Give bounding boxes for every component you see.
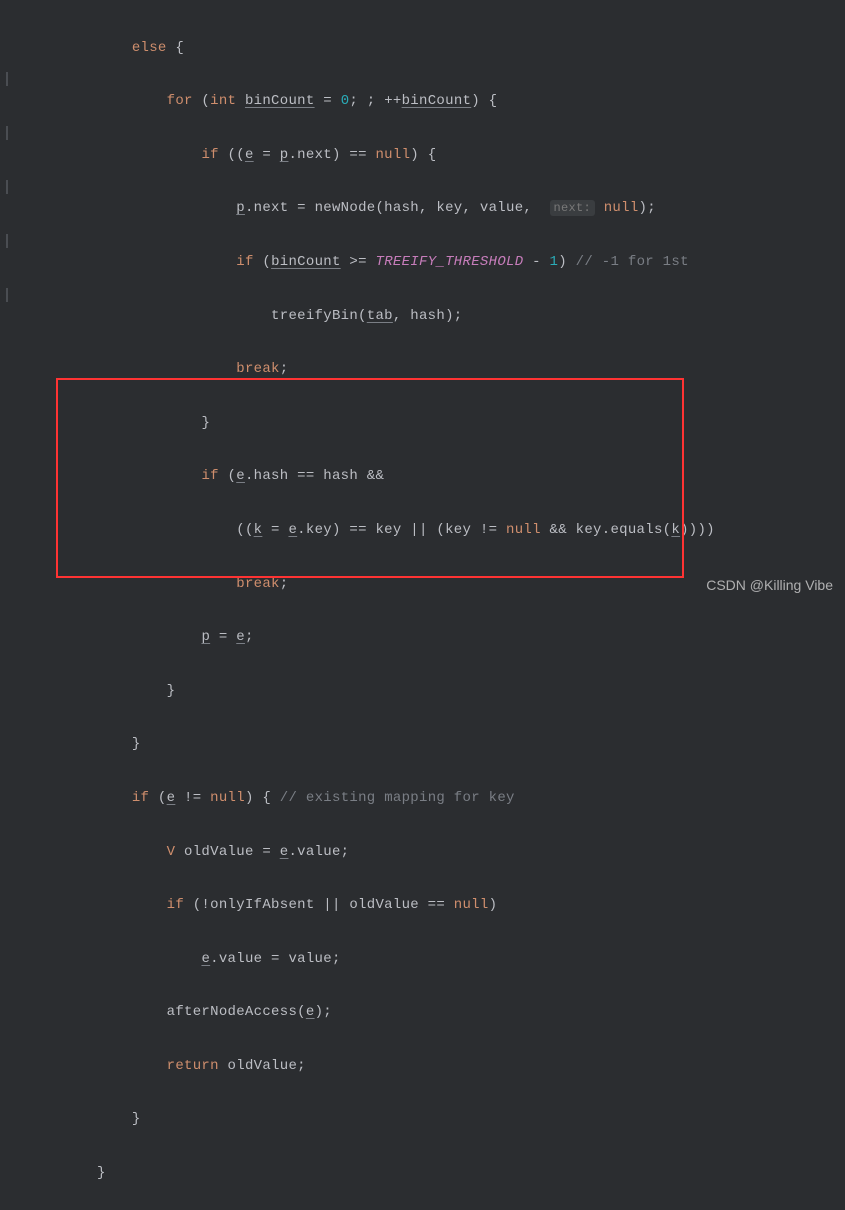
code-line: ((k = e.key) == key || (key != null && k… (10, 517, 845, 544)
null-literal: null (506, 522, 541, 538)
var-p: p (236, 200, 245, 216)
keyword-if: if (201, 468, 218, 484)
keyword-else: else (132, 40, 167, 56)
var-bincount: binCount (245, 93, 315, 109)
var-tab: tab (367, 308, 393, 324)
code-line: break; (10, 356, 845, 383)
code-line: } (10, 678, 845, 705)
fold-mark-icon (0, 234, 8, 248)
code-line: } (10, 731, 845, 758)
var-e: e (245, 147, 254, 163)
type-v: V (167, 844, 176, 860)
code-line: if (e.hash == hash && (10, 463, 845, 490)
keyword-for: for (167, 93, 193, 109)
code-line: afterNodeAccess(e); (10, 999, 845, 1026)
constant: TREEIFY_THRESHOLD (376, 254, 524, 270)
param-hint: next: (550, 200, 596, 216)
var-k: k (671, 522, 680, 538)
var-bincount: binCount (271, 254, 341, 270)
comment: // existing mapping for key (280, 790, 515, 806)
null-literal: null (210, 790, 245, 806)
code-line: if (!onlyIfAbsent || oldValue == null) (10, 892, 845, 919)
var-e: e (201, 951, 210, 967)
null-literal: null (375, 147, 410, 163)
comment: // -1 for 1st (576, 254, 689, 270)
var-e: e (167, 790, 176, 806)
keyword-if: if (236, 254, 253, 270)
keyword-if: if (167, 897, 184, 913)
code-line: p.next = newNode(hash, key, value, next:… (10, 195, 845, 222)
code-line: V oldValue = e.value; (10, 839, 845, 866)
keyword-if: if (201, 147, 218, 163)
number-literal: 1 (550, 254, 559, 270)
keyword-break: break (236, 361, 280, 377)
var-e: e (236, 629, 245, 645)
var-p: p (201, 629, 210, 645)
code-editor[interactable]: else { for (int binCount = 0; ; ++binCou… (0, 0, 845, 1210)
code-line: if (binCount >= TREEIFY_THRESHOLD - 1) /… (10, 249, 845, 276)
fold-mark-icon (0, 288, 8, 302)
fold-mark-icon (0, 180, 8, 194)
var-bincount: binCount (402, 93, 472, 109)
editor-gutter (0, 0, 8, 605)
keyword-break: break (236, 576, 280, 592)
var-e: e (306, 1004, 315, 1020)
code-line: p = e; (10, 624, 845, 651)
code-line: } (10, 1160, 845, 1187)
fold-mark-icon (0, 72, 8, 86)
code-line: e.value = value; (10, 946, 845, 973)
keyword-return: return (167, 1058, 219, 1074)
var-e: e (280, 844, 289, 860)
code-line: for (int binCount = 0; ; ++binCount) { (10, 88, 845, 115)
fold-mark-icon (0, 126, 8, 140)
watermark-text: CSDN @Killing Vibe (706, 572, 833, 599)
code-line: return oldValue; (10, 1053, 845, 1080)
var-e: e (288, 522, 297, 538)
var-e: e (236, 468, 245, 484)
keyword-if: if (132, 790, 149, 806)
code-line: } (10, 410, 845, 437)
code-line: treeifyBin(tab, hash); (10, 303, 845, 330)
code-line: if ((e = p.next) == null) { (10, 142, 845, 169)
null-literal: null (604, 200, 639, 216)
code-line: else { (10, 35, 845, 62)
code-line: } (10, 1106, 845, 1133)
code-line: if (e != null) { // existing mapping for… (10, 785, 845, 812)
null-literal: null (454, 897, 489, 913)
type-int: int (210, 93, 236, 109)
